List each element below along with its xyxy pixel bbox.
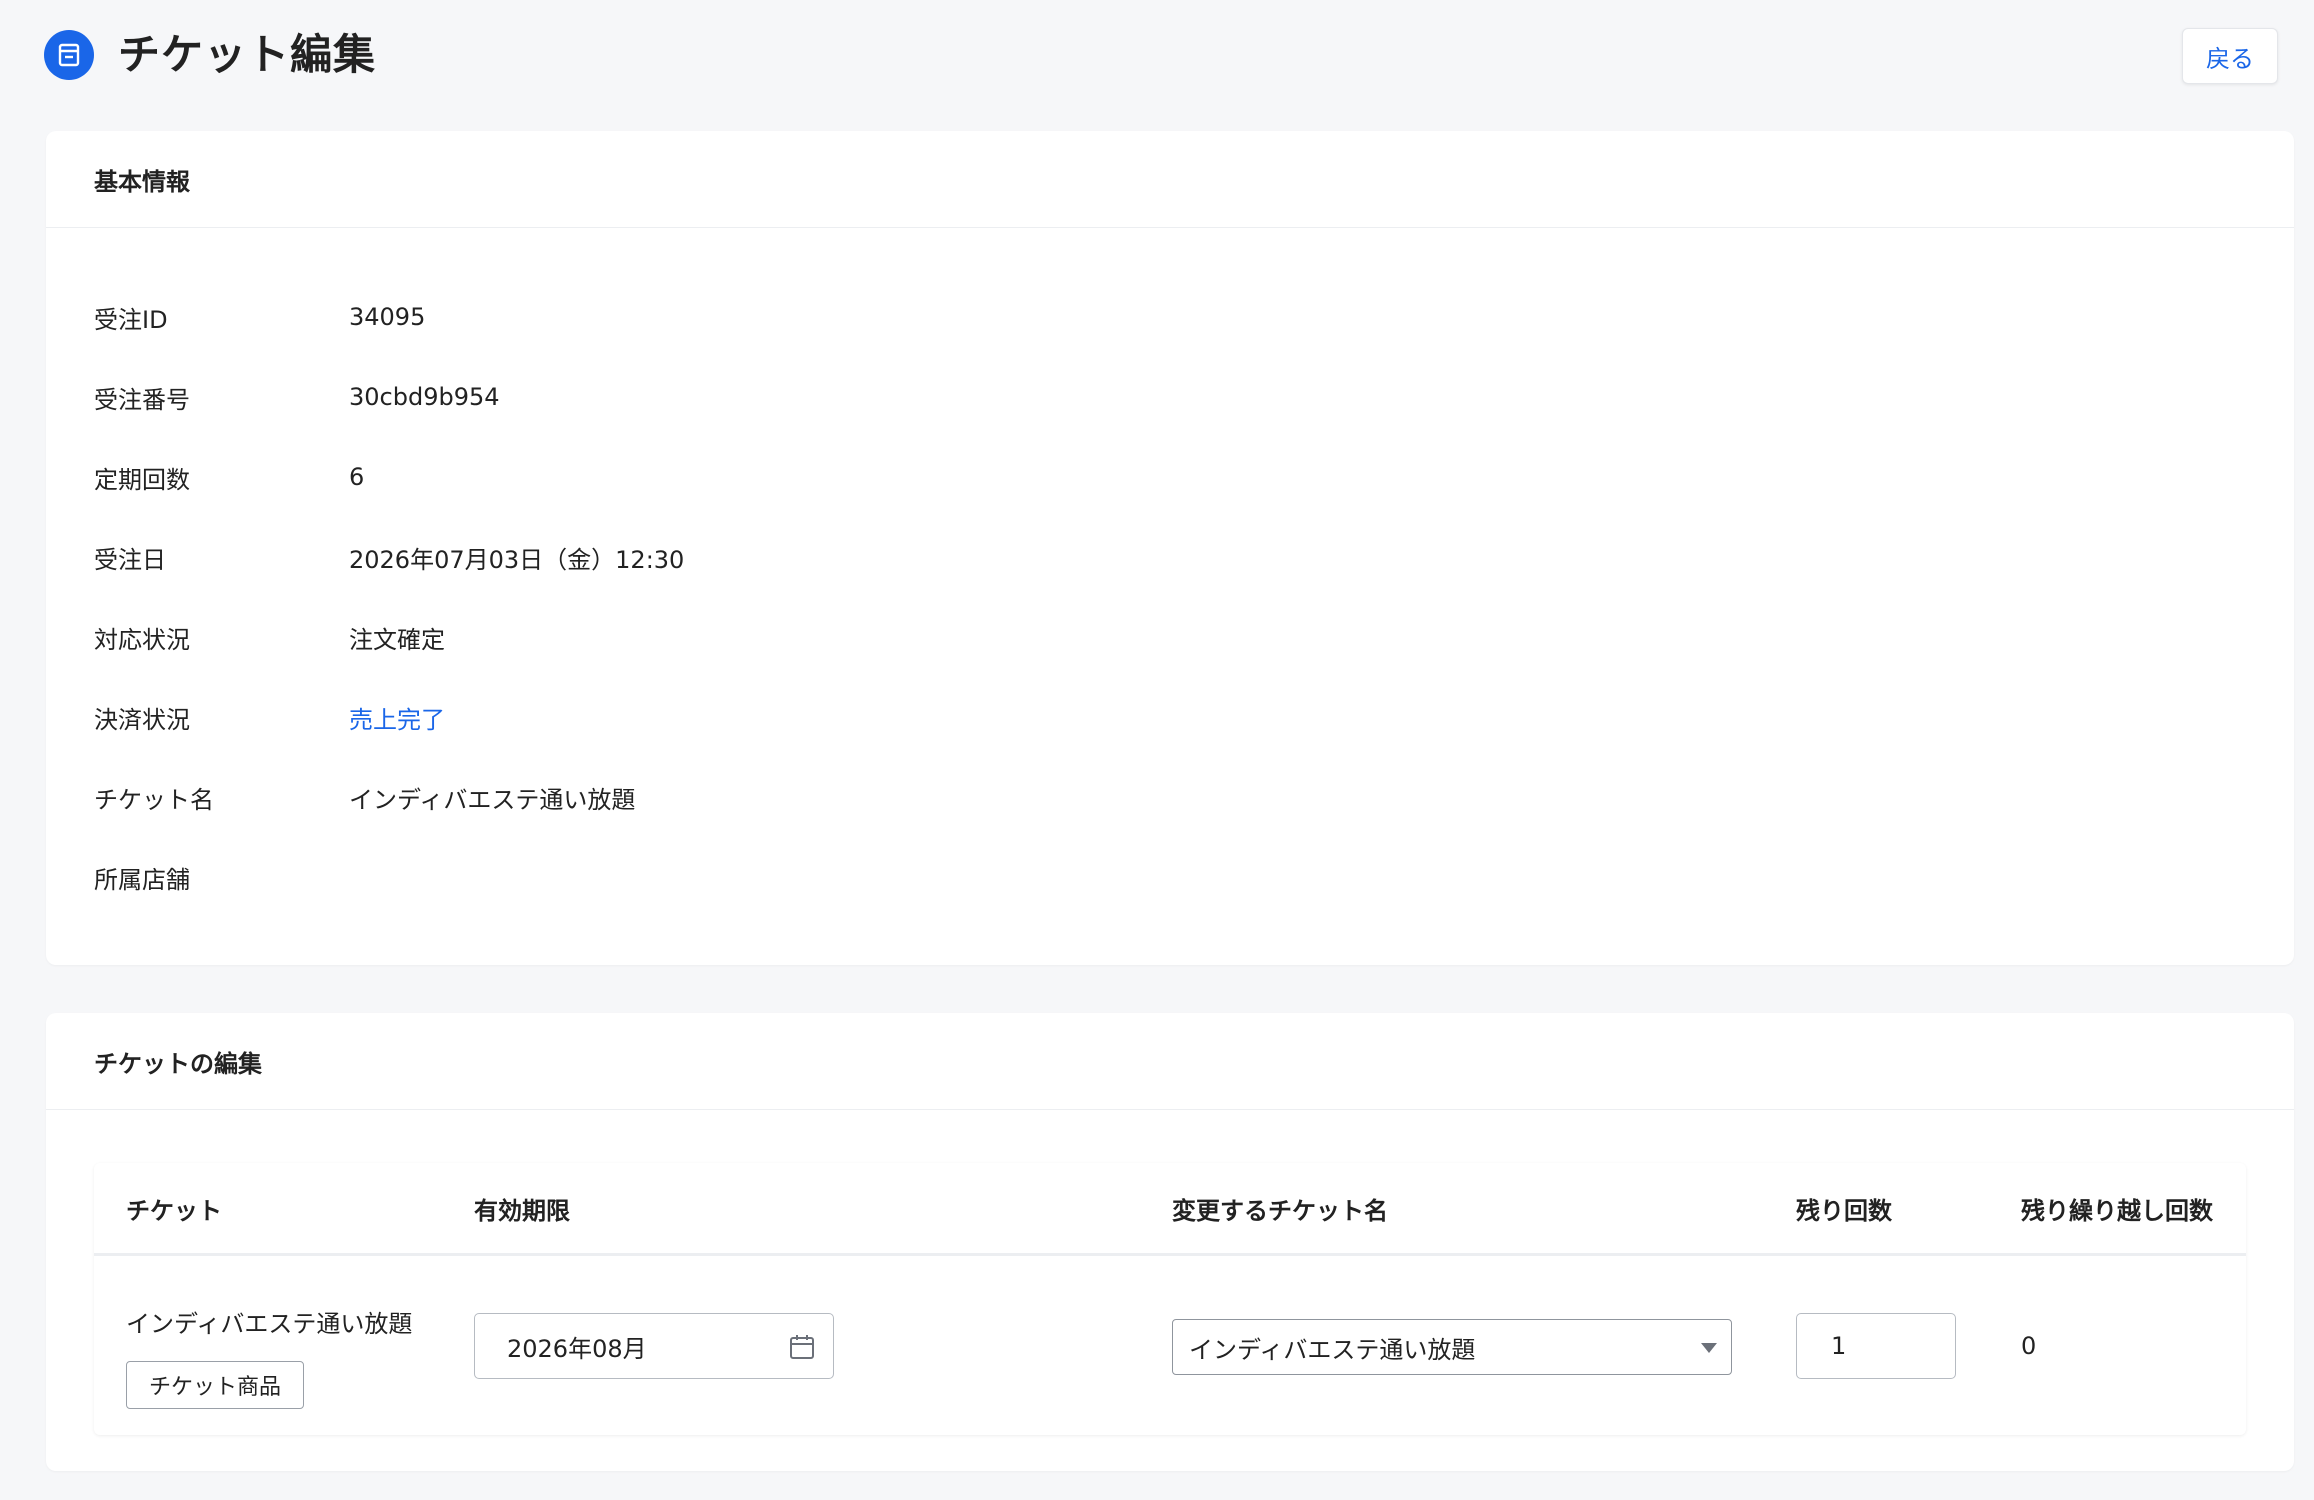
- column-header-remaining: 残り回数: [1796, 1196, 1892, 1225]
- info-value: 6: [349, 463, 365, 491]
- remaining-count-input[interactable]: 1: [1796, 1313, 1956, 1379]
- expiry-date-field[interactable]: 2026年08月: [474, 1313, 834, 1379]
- info-label: 対応状況: [94, 625, 190, 654]
- page-header: チケット編集 戻る: [0, 0, 2314, 112]
- info-row-order-date: 受注日 2026年07月03日（金）12:30: [94, 517, 2244, 597]
- info-label: 所属店舗: [94, 865, 190, 894]
- info-label: チケット名: [94, 785, 214, 814]
- carryover-count: 0: [2021, 1332, 2037, 1360]
- page-title: チケット編集: [118, 30, 377, 79]
- info-label: 受注ID: [94, 305, 168, 334]
- payment-status-link[interactable]: 売上完了: [349, 700, 445, 735]
- basic-info-heading: 基本情報: [46, 131, 2294, 228]
- info-label: 決済状況: [94, 705, 190, 734]
- info-row-order-status: 対応状況 注文確定: [94, 597, 2244, 677]
- back-button[interactable]: 戻る: [2182, 28, 2278, 84]
- new-ticket-name-select[interactable]: インディバエステ通い放題: [1172, 1319, 1732, 1375]
- info-row-payment-status: 決済状況 売上完了: [94, 677, 2244, 757]
- info-label: 受注番号: [94, 385, 190, 414]
- selected-ticket-name: インディバエステ通い放題: [1189, 1335, 1476, 1364]
- info-label: 受注日: [94, 545, 166, 574]
- info-label: 定期回数: [94, 465, 190, 494]
- column-header-ticket: チケット: [126, 1196, 222, 1225]
- info-row-order-id: 受注ID 34095: [94, 277, 2244, 357]
- info-row-order-number: 受注番号 30cbd9b954: [94, 357, 2244, 437]
- column-header-carryover: 残り繰り越し回数: [2021, 1196, 2213, 1225]
- info-value: 注文確定: [349, 625, 445, 654]
- info-row-store: 所属店舗: [94, 837, 2244, 917]
- ticket-table: チケット 有効期限 変更するチケット名 残り回数 残り繰り越し回数 インディバエ…: [94, 1163, 2246, 1435]
- info-row-ticket-name: チケット名 インディバエステ通い放題: [94, 757, 2244, 837]
- basic-info-card: 基本情報 受注ID 34095 受注番号 30cbd9b954 定期回数 6 受…: [46, 131, 2294, 965]
- ticket-edit-card: チケットの編集 チケット 有効期限 変更するチケット名 残り回数 残り繰り越し回…: [46, 1013, 2294, 1471]
- info-value: 2026年07月03日（金）12:30: [349, 545, 685, 574]
- info-value: 30cbd9b954: [349, 383, 500, 411]
- column-header-expiry: 有効期限: [474, 1196, 570, 1225]
- ticket-product-badge: チケット商品: [126, 1361, 304, 1409]
- basic-info-list: 受注ID 34095 受注番号 30cbd9b954 定期回数 6 受注日 20…: [94, 277, 2244, 917]
- table-header: チケット 有効期限 変更するチケット名 残り回数 残り繰り越し回数: [94, 1163, 2246, 1256]
- expiry-date-value: 2026年08月: [507, 1334, 647, 1363]
- chevron-down-icon: [1701, 1343, 1717, 1353]
- ticket-edit-heading: チケットの編集: [46, 1013, 2294, 1110]
- calendar-icon[interactable]: [787, 1332, 817, 1362]
- table-row: インディバエステ通い放題 チケット商品 2026年08月 インディバエステ通い放…: [94, 1256, 2246, 1435]
- info-row-subscription-count: 定期回数 6: [94, 437, 2244, 517]
- ticket-icon: [44, 30, 94, 80]
- ticket-name: インディバエステ通い放題: [126, 1310, 413, 1338]
- remaining-count-value: 1: [1831, 1332, 1847, 1360]
- info-value: 34095: [349, 303, 426, 331]
- info-value: インディバエステ通い放題: [349, 785, 636, 814]
- column-header-new-ticket-name: 変更するチケット名: [1172, 1196, 1388, 1225]
